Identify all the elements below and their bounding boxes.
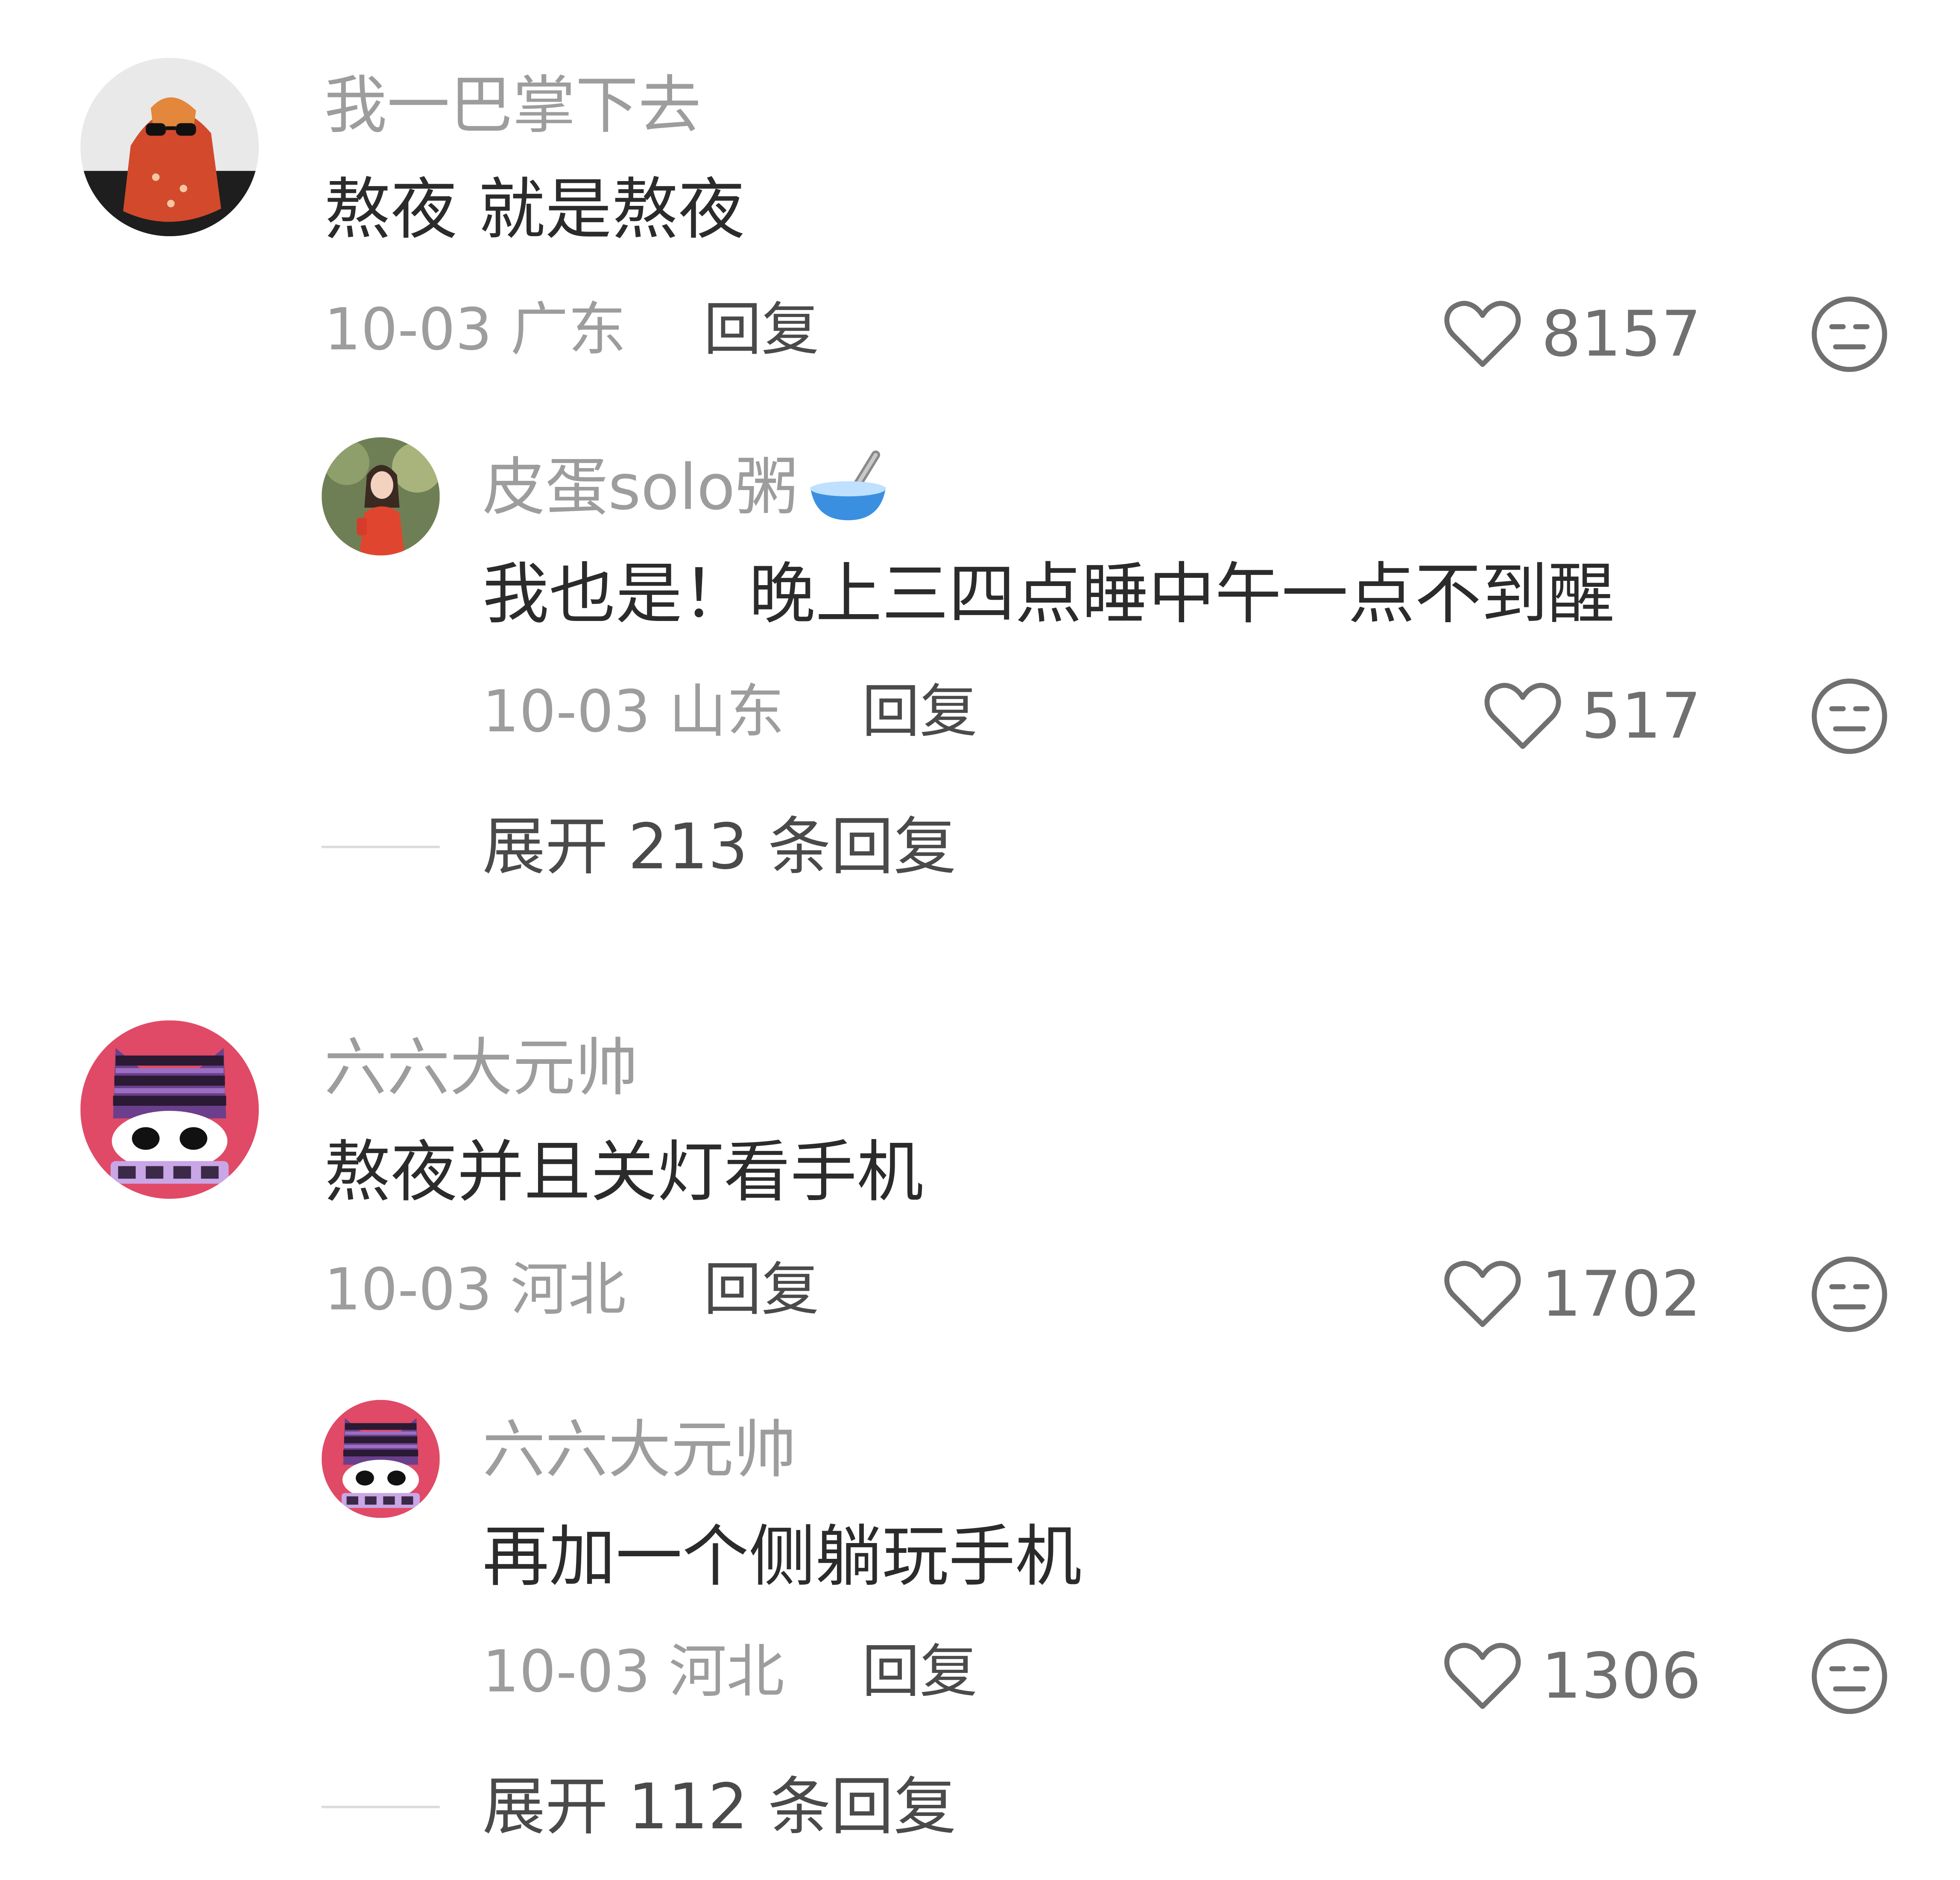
like-button[interactable]: 517: [1483, 681, 1701, 752]
expand-replies-label: 展开 112 条回复: [482, 1770, 957, 1844]
like-count: 1702: [1541, 1258, 1701, 1331]
dislike-button[interactable]: [1809, 294, 1890, 374]
comment-text: 熬夜 就是熬夜: [324, 172, 745, 249]
unamused-face-icon: [1811, 296, 1887, 372]
unamused-face-icon: [1811, 1256, 1887, 1332]
reply-username[interactable]: 皮蛋solo粥: [483, 450, 891, 525]
divider-line: [322, 1806, 440, 1808]
dislike-button[interactable]: [1809, 1254, 1890, 1334]
like-count: 8157: [1541, 298, 1701, 371]
like-count: 1306: [1541, 1640, 1701, 1713]
reply-text: 我也是！晚上三四点睡中午一点不到醒: [482, 556, 1615, 633]
unamused-face-icon: [1811, 678, 1887, 754]
comment-date-location: 10-03 河北: [324, 1255, 626, 1324]
unamused-face-icon: [1811, 1638, 1887, 1714]
like-button[interactable]: 8157: [1443, 299, 1701, 369]
comment-text: 熬夜并且关灯看手机: [324, 1134, 924, 1212]
expand-replies-label: 展开 213 条回复: [482, 810, 957, 884]
reply-date-location: 10-03 河北: [482, 1637, 784, 1705]
expand-replies-button[interactable]: 展开 213 条回复: [322, 809, 957, 885]
girl-photo-avatar[interactable]: [322, 437, 440, 556]
comment-username[interactable]: 我一巴掌下去: [324, 68, 701, 143]
heart-icon: [1484, 683, 1561, 749]
divider-line: [322, 846, 440, 849]
reply-text: 再加一个侧躺玩手机: [482, 1519, 1082, 1596]
reply-button[interactable]: 回复: [862, 1636, 977, 1707]
reply-button[interactable]: 回复: [704, 1254, 819, 1324]
like-button[interactable]: 1306: [1443, 1640, 1701, 1713]
comment-date-location: 10-03 广东: [324, 295, 626, 363]
striped-cat-cartoon-avatar[interactable]: [80, 1020, 259, 1199]
striped-cat-cartoon-avatar[interactable]: [322, 1400, 440, 1518]
reply-button[interactable]: 回复: [704, 294, 819, 364]
reply-username[interactable]: 六六大元帅: [483, 1412, 797, 1488]
like-button[interactable]: 1702: [1443, 1259, 1701, 1329]
dislike-button[interactable]: [1809, 676, 1890, 756]
expand-replies-button[interactable]: 展开 112 条回复: [322, 1769, 957, 1845]
reply-button[interactable]: 回复: [862, 676, 977, 747]
comments-panel: 我一巴掌下去 熬夜 就是熬夜 10-03 广东 回复 8157 皮蛋solo粥 …: [0, 0, 1960, 1880]
heart-icon: [1444, 1261, 1521, 1327]
comment-username[interactable]: 六六大元帅: [324, 1031, 638, 1106]
heart-icon: [1444, 301, 1521, 367]
dislike-button[interactable]: [1809, 1636, 1890, 1716]
bowl-icon: [805, 450, 891, 525]
reply-username-text: 皮蛋solo粥: [482, 451, 798, 524]
reply-date-location: 10-03 山东: [482, 677, 784, 745]
like-count: 517: [1581, 679, 1701, 753]
cat-with-sunglasses-avatar[interactable]: [80, 58, 259, 237]
heart-icon: [1444, 1643, 1521, 1709]
